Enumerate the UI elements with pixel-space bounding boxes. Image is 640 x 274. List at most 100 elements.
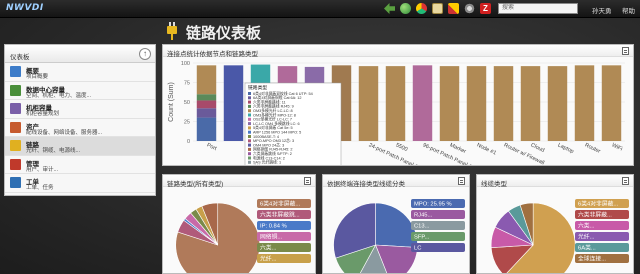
bar[interactable] bbox=[493, 66, 514, 141]
pie-slice-label: 全球连接... bbox=[578, 255, 606, 263]
tooltip-item: 6A类4对屏蔽铜缆 Cat 6A: 12 bbox=[253, 95, 302, 100]
pie-slice-label: 光纤... bbox=[578, 233, 595, 241]
x-tick-label: Port bbox=[206, 142, 218, 152]
x-tick-label: Node #1 bbox=[476, 142, 497, 156]
x-tick-label: Marker bbox=[449, 142, 467, 155]
back-arrow-icon[interactable] bbox=[384, 3, 395, 14]
sidebar-item-2[interactable]: 机柜容量 机柜容量规划 bbox=[5, 100, 155, 119]
bar-segment[interactable] bbox=[196, 108, 217, 118]
export-icon[interactable] bbox=[304, 177, 311, 185]
x-tick-label: Laptop bbox=[557, 142, 575, 155]
rack-icon bbox=[10, 103, 21, 114]
bar-segment[interactable] bbox=[196, 117, 217, 141]
tooltip-item: OS2单模光纤 LC-LC: 7 bbox=[253, 117, 292, 122]
pie2-header: 依据终端连接类型线缆分类 bbox=[323, 175, 469, 188]
bar-segment[interactable] bbox=[196, 65, 217, 95]
y-axis-label: Count (Sum) bbox=[168, 82, 175, 122]
bar[interactable] bbox=[412, 65, 433, 141]
pie-chart-link-type: 6类4对非屏蔽... 六类非屏蔽跳... IP: 0.84 % 网络铜... 六类...… bbox=[175, 199, 311, 274]
collapse-up-icon[interactable]: ↑ bbox=[139, 48, 151, 60]
page-title: 链路仪表板 bbox=[186, 24, 262, 42]
y-tick-label: 25 bbox=[184, 120, 190, 126]
chrome-icon[interactable] bbox=[416, 3, 427, 14]
tooltip-item: 电源线 C13-C14: 2 bbox=[253, 155, 285, 160]
bar[interactable] bbox=[547, 66, 568, 141]
bar[interactable] bbox=[385, 66, 406, 141]
tooltip-item: 网络铜缆 RJ45-RJ45: 2 bbox=[253, 147, 292, 152]
bar[interactable] bbox=[574, 65, 595, 141]
sidebar-item-6[interactable]: 工单 工单、任务 bbox=[5, 174, 155, 193]
bar-chart-panel: 连接点统计依据节点和链路类型 0 25 50 75 100 Count (Sum) Port… bbox=[162, 44, 634, 174]
tooltip-swatch bbox=[248, 117, 251, 121]
bar[interactable] bbox=[520, 66, 541, 141]
export-icon[interactable] bbox=[622, 47, 629, 55]
pie-slice-label: RJ45... bbox=[414, 213, 433, 219]
tools-icon[interactable] bbox=[448, 3, 459, 14]
pie-slice-label: LC bbox=[414, 246, 421, 252]
sidebar-title: 仪表板 bbox=[10, 54, 30, 61]
x-tick-label: 5500 bbox=[395, 142, 409, 153]
dashboard-sidebar: 仪表板 ↑ 概要 项目概要 数据中心容量 空间、机柜、电力、温度... 机柜容量 机柜容量… bbox=[4, 44, 156, 196]
bar[interactable] bbox=[223, 65, 244, 141]
sidebar-item-sub: 配线设备、网络设备、服务器... bbox=[26, 129, 103, 136]
globe-icon[interactable] bbox=[400, 3, 411, 14]
pie-slice-label: IP: 0.84 % bbox=[260, 224, 287, 230]
clipboard-icon[interactable] bbox=[432, 3, 443, 14]
tooltip-swatch bbox=[248, 104, 251, 108]
tooltip-item: OM3多模光纤 MPO-12: 8 bbox=[253, 112, 296, 117]
sidebar-item-sub: 工单、任务 bbox=[26, 185, 54, 191]
bar[interactable] bbox=[358, 66, 379, 141]
pie-panel-cable-type: 线缆类型 6类4对非屏蔽... 六类非屏蔽... 六类... 光纤... 6A类... 全… bbox=[476, 174, 634, 274]
tooltip-item: 6类4对非屏蔽双绞线 Cat 6 UTP: 54 bbox=[253, 91, 313, 96]
z-app-icon[interactable]: Z bbox=[480, 3, 491, 14]
pie-slice-label: 6类4对非屏蔽... bbox=[578, 200, 619, 208]
datacenter-icon bbox=[10, 84, 21, 96]
sidebar-item-4[interactable]: 链路 光纤、铜缆、电源线... bbox=[5, 137, 155, 156]
bar-chart-header: 连接点统计依据节点和链路类型 bbox=[163, 45, 633, 58]
x-tick-label: WiFi bbox=[611, 142, 624, 152]
tooltip-item: OM4 MPO 24芯: 3 bbox=[253, 142, 284, 147]
app-logo[interactable]: NWVDI bbox=[6, 3, 44, 13]
bar[interactable] bbox=[601, 65, 622, 141]
tooltip-item: MPO-MPO OM3 12芯: 3 bbox=[253, 138, 294, 143]
pie3-title: 线缆类型 bbox=[481, 180, 507, 188]
pie-panel-endpoint-type: 依据终端连接类型线缆分类 MPO: 25.95 % RJ45... C13... SF… bbox=[322, 174, 470, 274]
pie-slice-label: SFP... bbox=[414, 235, 430, 241]
top-toolbar: NWVDI Z 搜索 孙天勇 帮助 bbox=[0, 0, 640, 18]
tooltip-item: 其他: 1 bbox=[253, 164, 265, 165]
tooltip-swatch bbox=[248, 92, 251, 95]
pie1-title: 链路类型(所有类型) bbox=[167, 180, 224, 188]
tooltip-item: 5类4对非屏蔽 Cat 5e: 5 bbox=[253, 125, 293, 130]
sidebar-item-sub: 空间、机柜、电力、温度... bbox=[26, 92, 92, 99]
sidebar-item-0[interactable]: 概要 项目概要 bbox=[5, 63, 155, 82]
user-name-link[interactable]: 孙天勇 bbox=[592, 5, 612, 15]
sidebar-menu: 概要 项目概要 数据中心容量 空间、机柜、电力、温度... 机柜容量 机柜容量规划 资产 配线… bbox=[5, 63, 155, 193]
pie-chart-cable-type: 6类4对非屏蔽... 六类非屏蔽... 六类... 光纤... 6A类... 全球连接..… bbox=[490, 199, 629, 274]
bar[interactable] bbox=[466, 66, 487, 141]
y-tick-label: 50 bbox=[184, 100, 190, 106]
export-icon[interactable] bbox=[458, 177, 465, 185]
sidebar-item-5[interactable]: 管理 用户、审计... bbox=[5, 156, 155, 174]
sidebar-item-1[interactable]: 数据中心容量 空间、机柜、电力、温度... bbox=[5, 82, 155, 100]
x-tick-label: Cloud bbox=[530, 142, 546, 154]
tooltip-item: OM3多模光纤 LC-LC: 8 bbox=[253, 108, 293, 113]
bar[interactable] bbox=[439, 66, 460, 141]
sidebar-item-sub: 机柜容量规划 bbox=[26, 111, 60, 117]
tooltip-swatch bbox=[248, 100, 251, 104]
tooltip-swatch bbox=[248, 122, 251, 126]
pie-slice-label: 六类... bbox=[578, 222, 595, 230]
help-link[interactable]: 帮助 bbox=[622, 5, 635, 15]
tooltip-swatch bbox=[248, 113, 251, 117]
tooltip-item: 六类非屏蔽跳线: 11 bbox=[253, 99, 286, 104]
pie-slice-label: 光纤... bbox=[260, 255, 277, 263]
bar-segment[interactable] bbox=[196, 94, 217, 101]
tooltip-title: 链路类型 bbox=[248, 84, 267, 91]
export-icon[interactable] bbox=[622, 177, 629, 185]
bar-segment[interactable] bbox=[196, 100, 217, 109]
sidebar-item-3[interactable]: 资产 配线设备、网络设备、服务器... bbox=[5, 119, 155, 137]
search-input[interactable]: 搜索 bbox=[498, 3, 578, 14]
tooltip-swatch bbox=[248, 160, 251, 164]
gear-icon[interactable] bbox=[464, 3, 475, 14]
sidebar-item-sub: 用户、审计... bbox=[26, 166, 59, 173]
tooltip-swatch bbox=[248, 143, 251, 147]
